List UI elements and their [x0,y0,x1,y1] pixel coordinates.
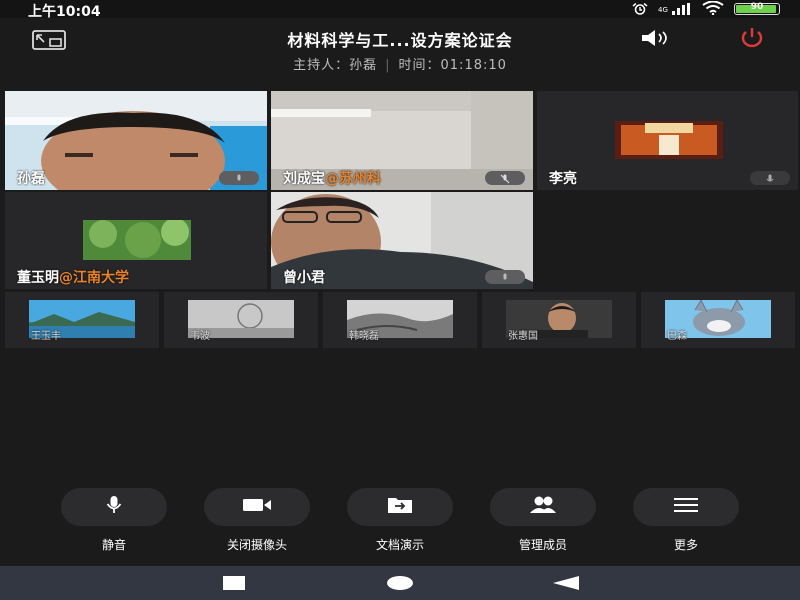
mic-status [750,171,790,185]
video-camera-icon [242,496,272,518]
camera-control[interactable]: 关闭摄像头 [204,488,310,554]
mic-icon [765,169,775,188]
participant-name: 孙磊 [17,171,45,187]
wifi-icon [702,0,724,19]
folder-share-icon [386,495,414,519]
more-control[interactable]: 更多 [633,488,739,554]
battery-icon: 90 [734,2,780,15]
more-button[interactable] [633,488,739,526]
end-meeting-icon[interactable] [734,28,770,52]
host-label: 主持人： [293,58,350,73]
strip-participant-name: 韦波 [190,331,210,342]
status-icons: 4G 90 [632,0,780,19]
strip-participant[interactable]: 巴森 [641,292,795,348]
strip-participant-name: 巴森 [667,331,687,342]
signal-icon: 4G [658,0,692,19]
manage-members-control[interactable]: 管理成员 [490,488,596,554]
avatar [83,220,191,260]
time-value: 01:18:10 [440,58,507,73]
speaker-icon[interactable] [640,30,684,50]
divider: | [385,58,391,73]
mute-button[interactable] [61,488,167,526]
time-label: 时间： [398,58,441,73]
participant-name: 刘成宝@苏州科 [283,171,381,187]
mic-muted-icon [500,169,510,188]
doc-share-control[interactable]: 文档演示 [347,488,453,554]
more-label: 更多 [673,538,698,552]
home-icon[interactable] [386,575,414,595]
mic-icon [500,268,510,287]
camera-off-label: 关闭摄像头 [226,538,287,552]
manage-members-button[interactable] [490,488,596,526]
strip-participant[interactable]: 韦波 [164,292,318,348]
video-tile-sunlei[interactable]: 孙磊 [5,91,267,190]
participant-name: 董玉明@江南大学 [17,270,129,286]
meeting-info: 主持人：孙磊 | 时间：01:18:10 [200,54,600,73]
members-icon [528,495,558,519]
strip-participant[interactable]: 张惠国 [482,292,636,348]
camera-off-button[interactable] [204,488,310,526]
strip-participant-name: 王玉丰 [31,331,61,342]
doc-share-button[interactable] [347,488,453,526]
recent-apps-icon[interactable] [222,575,246,595]
mute-label: 静音 [101,538,126,552]
strip-participant-name: 张惠国 [508,331,538,342]
strip-participant[interactable]: 王玉丰 [5,292,159,348]
manage-members-label: 管理成员 [518,538,567,552]
host-name: 孙磊 [349,58,378,73]
floating-window-icon[interactable] [32,30,66,54]
mic-status [485,171,525,185]
back-icon[interactable] [552,575,580,595]
svg-text:4G: 4G [658,6,668,14]
battery-text: 90 [750,2,764,12]
mic-status [485,270,525,284]
avatar [615,121,723,159]
meeting-title: 材料科学与工...设方案论证会 [287,31,513,50]
strip-participant-name: 韩晓磊 [349,331,379,342]
status-bar: 上午10:04 4G 90 [0,0,800,20]
video-tile-liliang[interactable]: 李亮 [537,91,798,190]
mic-icon [234,169,244,188]
video-tile-dongyuming[interactable]: 董玉明@江南大学 [5,192,267,289]
alarm-icon [632,0,648,19]
microphone-icon [103,494,125,520]
video-tile-zengxiaojun[interactable]: 曾小君 [271,192,533,289]
mic-status [219,171,259,185]
participant-name: 曾小君 [283,270,325,286]
participant-name: 李亮 [549,171,577,187]
system-nav-bar [0,566,800,600]
mute-control[interactable]: 静音 [61,488,167,554]
menu-icon [673,497,699,517]
meeting-header: 材料科学与工...设方案论证会 主持人：孙磊 | 时间：01:18:10 [0,18,800,88]
doc-share-label: 文档演示 [375,538,424,552]
strip-participant[interactable]: 韩晓磊 [323,292,477,348]
video-tile-liuchengbao[interactable]: 刘成宝@苏州科 [271,91,533,190]
